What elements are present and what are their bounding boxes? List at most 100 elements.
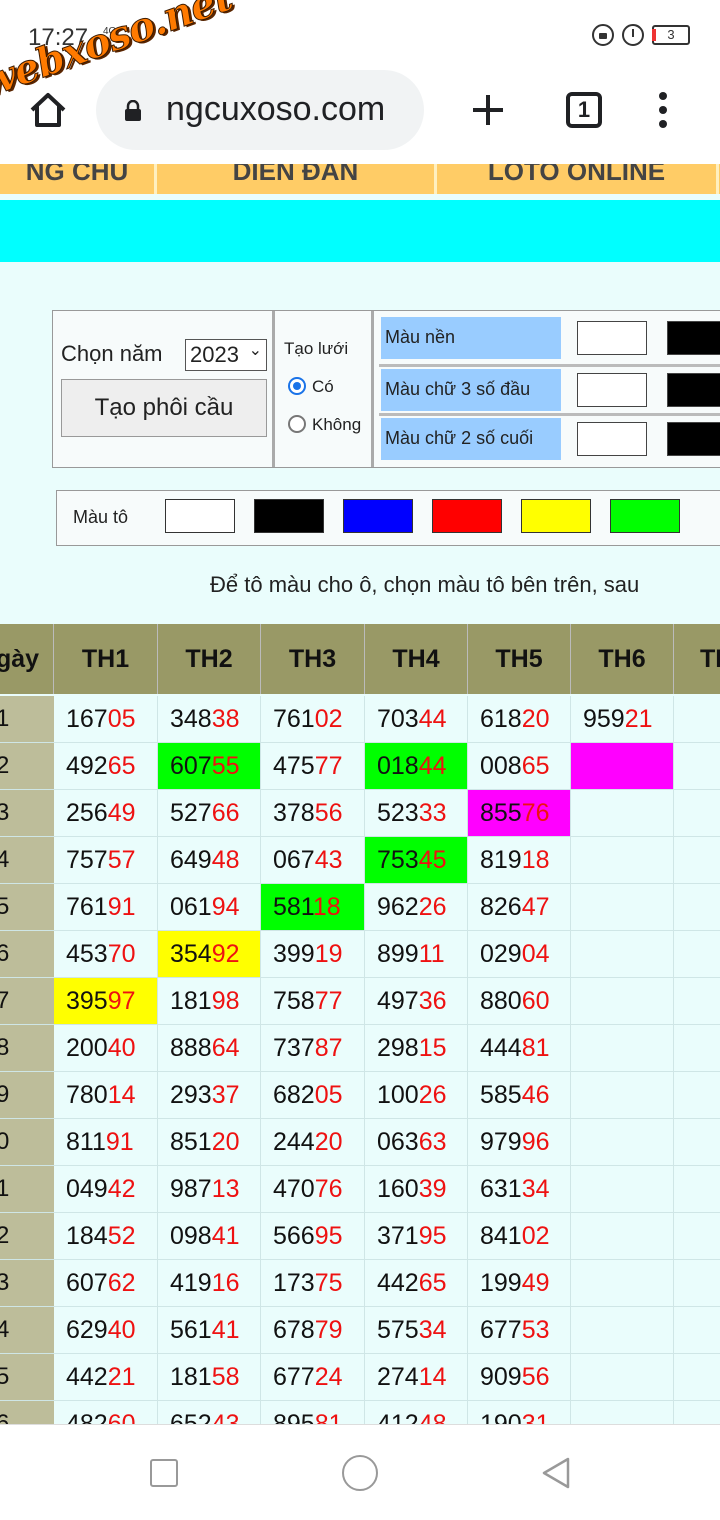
result-cell[interactable]: 96226 (365, 884, 468, 930)
nav-item-forum[interactable]: DIỄN ĐÀN (157, 164, 437, 194)
result-cell[interactable]: 45370 (54, 931, 158, 977)
result-cell[interactable] (571, 978, 674, 1024)
result-cell[interactable]: 00865 (468, 743, 571, 789)
result-cell[interactable]: 19949 (468, 1260, 571, 1306)
result-cell[interactable]: 49736 (365, 978, 468, 1024)
generate-button[interactable]: Tạo phôi cầu (61, 379, 267, 437)
result-cell[interactable] (571, 1354, 674, 1400)
result-cell[interactable]: 19031 (468, 1401, 571, 1424)
result-cell[interactable]: 58118 (261, 884, 365, 930)
result-cell[interactable]: 67753 (468, 1307, 571, 1353)
result-cell[interactable]: 06363 (365, 1119, 468, 1165)
result-cell[interactable]: 67724 (261, 1354, 365, 1400)
last2-color-black-swatch[interactable] (667, 422, 720, 456)
result-cell[interactable]: 75345 (365, 837, 468, 883)
result-cell[interactable]: 90956 (468, 1354, 571, 1400)
result-cell[interactable]: 84102 (468, 1213, 571, 1259)
result-cell[interactable] (571, 1401, 674, 1424)
result-cell[interactable]: 60755 (158, 743, 261, 789)
result-cell[interactable]: 44265 (365, 1260, 468, 1306)
result-cell[interactable] (674, 790, 720, 836)
result-cell[interactable] (571, 931, 674, 977)
result-cell[interactable] (674, 837, 720, 883)
result-cell[interactable] (674, 1307, 720, 1353)
result-cell[interactable]: 37195 (365, 1213, 468, 1259)
result-cell[interactable] (674, 1213, 720, 1259)
result-cell[interactable] (571, 743, 674, 789)
paint-white-swatch[interactable] (165, 499, 235, 533)
result-cell[interactable]: 44481 (468, 1025, 571, 1071)
new-tab-icon[interactable] (470, 92, 506, 128)
result-cell[interactable]: 04942 (54, 1166, 158, 1212)
result-cell[interactable] (571, 790, 674, 836)
year-select[interactable]: 2023 (185, 336, 267, 371)
result-cell[interactable]: 57534 (365, 1307, 468, 1353)
result-cell[interactable]: 68205 (261, 1072, 365, 1118)
result-cell[interactable]: 67879 (261, 1307, 365, 1353)
result-cell[interactable]: 85576 (468, 790, 571, 836)
result-cell[interactable]: 76191 (54, 884, 158, 930)
result-cell[interactable]: 81918 (468, 837, 571, 883)
bg-color-white-swatch[interactable] (577, 321, 647, 355)
grid-no-radio[interactable] (288, 415, 306, 433)
result-cell[interactable]: 27414 (365, 1354, 468, 1400)
paint-red-swatch[interactable] (432, 499, 502, 533)
result-cell[interactable] (571, 1119, 674, 1165)
result-cell[interactable] (674, 743, 720, 789)
result-cell[interactable]: 47577 (261, 743, 365, 789)
nav-item-loto-online[interactable]: LOTO ONLINE (437, 164, 719, 194)
result-cell[interactable] (674, 978, 720, 1024)
result-cell[interactable] (571, 1260, 674, 1306)
paint-yellow-swatch[interactable] (521, 499, 591, 533)
result-cell[interactable]: 06194 (158, 884, 261, 930)
result-cell[interactable]: 64948 (158, 837, 261, 883)
result-cell[interactable]: 47076 (261, 1166, 365, 1212)
result-cell[interactable]: 35492 (158, 931, 261, 977)
result-cell[interactable]: 10026 (365, 1072, 468, 1118)
result-cell[interactable] (571, 837, 674, 883)
result-cell[interactable]: 39597 (54, 978, 158, 1024)
grid-yes-radio[interactable] (288, 377, 306, 395)
result-cell[interactable] (571, 1213, 674, 1259)
result-cell[interactable] (674, 696, 720, 742)
result-cell[interactable] (674, 1119, 720, 1165)
result-cell[interactable] (571, 1072, 674, 1118)
bg-color-black-swatch[interactable] (667, 321, 720, 355)
result-cell[interactable] (674, 1166, 720, 1212)
home-nav-icon[interactable] (342, 1455, 378, 1491)
result-cell[interactable]: 78014 (54, 1072, 158, 1118)
result-cell[interactable]: 16039 (365, 1166, 468, 1212)
result-cell[interactable]: 73787 (261, 1025, 365, 1071)
result-cell[interactable] (674, 1354, 720, 1400)
result-cell[interactable]: 01844 (365, 743, 468, 789)
result-cell[interactable]: 82647 (468, 884, 571, 930)
first3-color-black-swatch[interactable] (667, 373, 720, 407)
result-cell[interactable]: 02904 (468, 931, 571, 977)
result-cell[interactable]: 56695 (261, 1213, 365, 1259)
result-cell[interactable]: 20040 (54, 1025, 158, 1071)
result-cell[interactable]: 89911 (365, 931, 468, 977)
result-cell[interactable]: 25649 (54, 790, 158, 836)
result-cell[interactable]: 60762 (54, 1260, 158, 1306)
last2-color-white-swatch[interactable] (577, 422, 647, 456)
result-cell[interactable]: 29815 (365, 1025, 468, 1071)
result-cell[interactable]: 81191 (54, 1119, 158, 1165)
result-cell[interactable]: 24420 (261, 1119, 365, 1165)
recent-apps-icon[interactable] (150, 1459, 178, 1487)
result-cell[interactable]: 95921 (571, 696, 674, 742)
result-cell[interactable]: 52766 (158, 790, 261, 836)
result-cell[interactable] (571, 1166, 674, 1212)
result-cell[interactable] (674, 1072, 720, 1118)
tab-switcher-button[interactable]: 1 (566, 92, 602, 128)
nav-item-home[interactable]: NG CHỦ (0, 164, 157, 194)
result-cell[interactable]: 39919 (261, 931, 365, 977)
result-cell[interactable]: 89581 (261, 1401, 365, 1424)
result-cell[interactable]: 48260 (54, 1401, 158, 1424)
result-cell[interactable]: 98713 (158, 1166, 261, 1212)
result-cell[interactable]: 16705 (54, 696, 158, 742)
result-cell[interactable]: 52333 (365, 790, 468, 836)
result-cell[interactable]: 58546 (468, 1072, 571, 1118)
result-cell[interactable]: 75877 (261, 978, 365, 1024)
result-cell[interactable] (674, 1401, 720, 1424)
result-cell[interactable]: 65243 (158, 1401, 261, 1424)
